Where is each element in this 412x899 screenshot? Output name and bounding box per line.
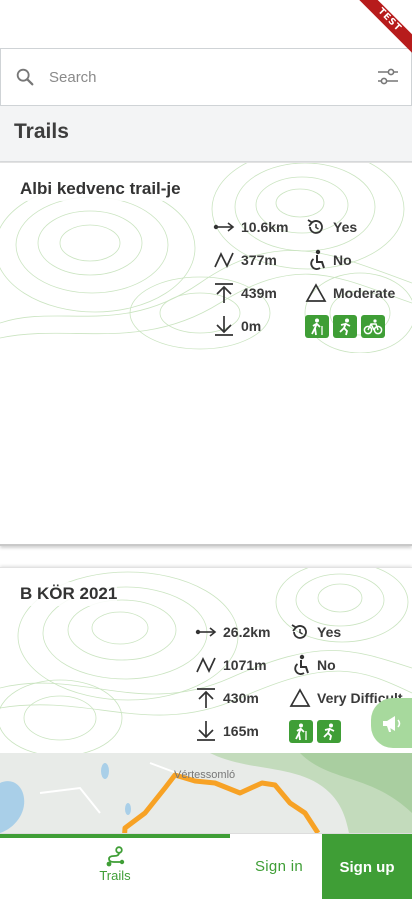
bottom-bar: Trails Sign in Sign up [0,833,412,899]
difficulty-value: Moderate [333,285,396,301]
elevation-change-icon [213,249,235,271]
feedback-button[interactable] [371,698,412,748]
cycling-icon [361,315,385,338]
route-icon [106,846,125,867]
search-icon [1,66,49,88]
distance-stat: 26.2km [195,621,270,643]
min-elevation-stat: 0m [213,315,261,337]
difficulty-stat: Moderate [305,282,395,304]
accessible-value: No [317,657,336,673]
max-elevation-value: 430m [223,690,259,706]
loop-value: Yes [333,219,358,235]
loop-icon [289,621,311,643]
distance-icon [195,621,217,643]
map-place-label: Vértessomló [174,769,236,781]
elevation-change-icon [195,654,217,676]
test-ribbon-label: TEST [352,0,412,57]
accessible-stat: No [289,654,336,676]
triangle-icon [305,282,327,304]
elevation-change-stat: 377m [213,249,277,271]
activities [289,720,341,743]
trail-name: Albi kedvenc trail-je [20,177,181,201]
arrow-up-bar-icon [213,282,235,304]
max-elevation-value: 439m [241,285,277,301]
section-header: Trails [0,106,412,162]
wheelchair-icon [289,654,311,676]
max-elevation-stat: 430m [195,687,259,709]
distance-value: 10.6km [241,219,289,235]
accessible-stat: No [305,249,352,271]
sign-in-link[interactable]: Sign in [255,858,303,875]
distance-icon [213,216,235,238]
status-area [0,0,412,48]
loop-stat: Yes [305,216,357,238]
accessible-value: No [333,252,352,268]
min-elevation-value: 165m [223,723,259,739]
page-title: Trails [14,120,69,143]
arrow-down-bar-icon [195,720,217,742]
loop-stat: Yes [289,621,341,643]
running-icon [317,720,341,743]
max-elevation-stat: 439m [213,282,277,304]
min-elevation-stat: 165m [195,720,259,742]
triangle-icon [289,687,311,709]
arrow-down-bar-icon [213,315,235,337]
sign-up-button[interactable]: Sign up [322,834,412,899]
distance-value: 26.2km [223,624,271,640]
running-icon [333,315,357,338]
nav-trails-tab[interactable]: Trails [80,846,150,883]
nav-trails-label: Trails [99,868,131,883]
megaphone-icon [382,716,400,732]
test-ribbon: TEST [352,0,412,60]
elevation-change-value: 1071m [223,657,267,673]
search-bar [0,48,412,106]
arrow-up-bar-icon [195,687,217,709]
active-tab-indicator [0,834,230,838]
min-elevation-value: 0m [241,318,262,334]
trail-name: B KÖR 2021 [20,582,118,606]
activities [305,315,385,338]
elevation-change-stat: 1071m [195,654,267,676]
filter-sliders-icon [378,68,398,85]
filter-button[interactable] [365,66,411,88]
loop-icon [305,216,327,238]
elevation-change-value: 377m [241,252,277,268]
search-input[interactable] [49,68,365,86]
loop-value: Yes [317,624,342,640]
distance-stat: 10.6km [213,216,288,238]
hiking-icon [305,315,329,338]
wheelchair-icon [305,249,327,271]
trail-card[interactable]: Albi kedvenc trail-je 10.6km 377m 439m 0… [0,162,412,546]
hiking-icon [289,720,313,743]
